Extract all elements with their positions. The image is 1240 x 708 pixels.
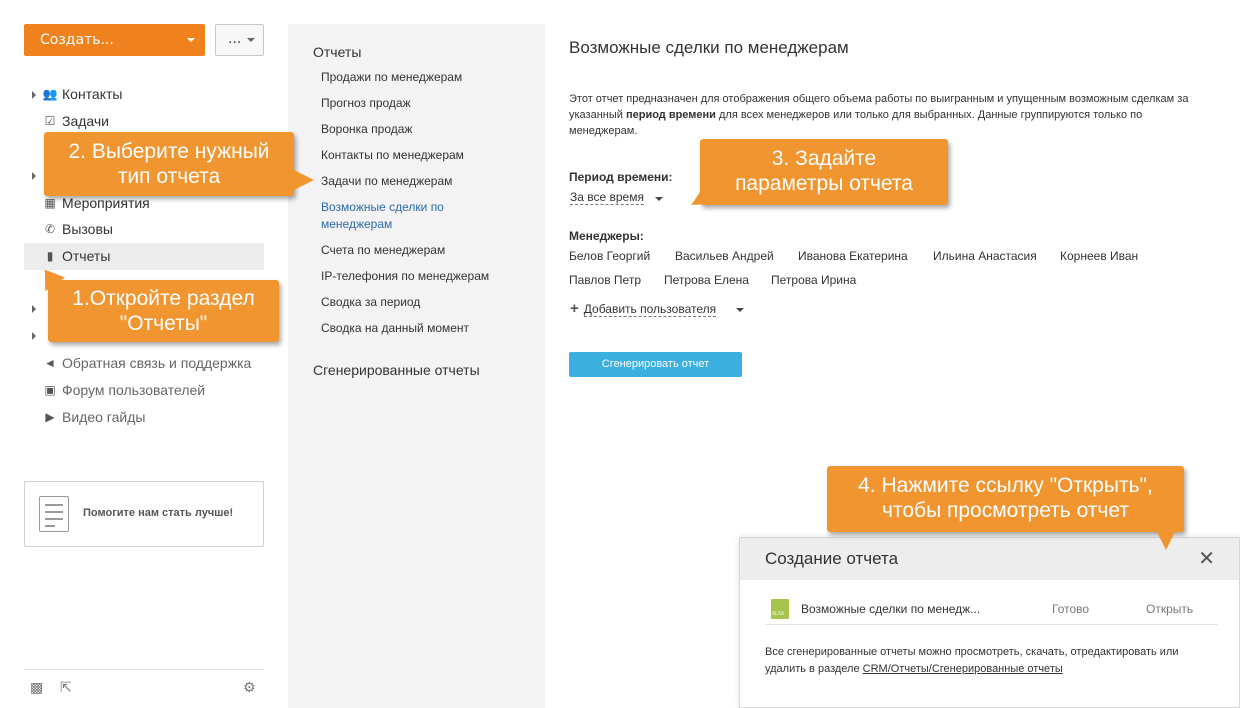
expand-arrow-icon[interactable]	[32, 91, 36, 99]
sidebar-item-label: Мероприятия	[62, 195, 150, 211]
sidebar-item-tasks[interactable]: ☑ Задачи	[24, 108, 264, 135]
reports-menu-header: Отчеты	[313, 44, 362, 60]
reports-menu: Отчеты Продажи по менеджерам Прогноз про…	[288, 24, 545, 708]
sidebar-item-calls[interactable]: ✆ Вызовы	[24, 216, 264, 243]
popup-note: Все сгенерированные отчеты можно просмот…	[765, 644, 1215, 678]
report-type-item[interactable]: Воронка продаж	[321, 121, 531, 138]
callout-text: параметры отчета	[735, 172, 913, 195]
callout-step-2: 2. Выберите нужный тип отчета	[44, 132, 294, 196]
managers-label: Менеджеры:	[569, 229, 644, 243]
callout-pointer	[1156, 530, 1176, 550]
generated-reports-link[interactable]: Сгенерированные отчеты	[313, 362, 480, 378]
report-type-item[interactable]: Сводка на данный момент	[321, 320, 531, 337]
gear-icon[interactable]: ⚙	[243, 680, 256, 696]
report-creation-popup: Создание отчета ✕ XLSX Возможные сделки …	[739, 537, 1240, 708]
sidebar-item-forum[interactable]: ▣ Форум пользователей	[24, 377, 264, 404]
sidebar-item-contacts[interactable]: 👥 Контакты	[24, 81, 264, 108]
tasks-icon: ☑	[44, 114, 56, 128]
feedback-text: Помогите нам стать лучше!	[83, 507, 234, 519]
feedback-box[interactable]: Помогите нам стать лучше!	[24, 481, 264, 547]
sidebar-item-label: Видео гайды	[62, 409, 146, 425]
report-type-item[interactable]: Прогноз продаж	[321, 95, 531, 112]
sidebar-item-label: Отчеты	[62, 248, 111, 264]
callout-text: 4. Нажмите ссылку "Открыть",	[858, 474, 1153, 497]
sidebar-footer-divider	[24, 669, 264, 670]
chevron-down-icon[interactable]	[655, 197, 663, 201]
callout-step-1: 1.Откройте раздел "Отчеты"	[48, 280, 279, 342]
generated-reports-link[interactable]: CRM/Отчеты/Сгенерированные отчеты	[863, 663, 1063, 675]
open-report-link[interactable]: Открыть	[1146, 602, 1193, 616]
callout-text: тип отчета	[117, 165, 221, 188]
sidebar-item-label: Контакты	[62, 86, 123, 102]
sidebar-item-label: Вызовы	[62, 221, 113, 237]
report-type-item-active[interactable]: Возможные сделки по менеджерам	[321, 199, 471, 233]
manager-tag[interactable]: Петрова Елена	[664, 273, 749, 287]
popup-title: Создание отчета	[765, 549, 899, 568]
callout-step-4: 4. Нажмите ссылку "Открыть", чтобы просм…	[827, 466, 1184, 532]
chevron-down-icon	[187, 38, 195, 42]
callout-text: чтобы просмотреть отчет	[882, 499, 1129, 522]
sidebar-item-label: Обратная связь и поддержка	[62, 355, 252, 371]
page-title: Возможные сделки по менеджерам	[569, 38, 849, 57]
create-button-label: Создать...	[40, 32, 114, 48]
sidebar-item-support[interactable]: ◄ Обратная связь и поддержка	[24, 350, 264, 377]
manager-tag[interactable]: Васильев Андрей	[675, 249, 774, 263]
report-type-item[interactable]: Сводка за период	[321, 294, 531, 311]
report-type-item[interactable]: Задачи по менеджерам	[321, 173, 531, 190]
expand-arrow-icon[interactable]	[32, 332, 36, 340]
chevron-down-icon	[247, 38, 255, 42]
xlsx-file-icon: XLSX	[771, 599, 789, 619]
period-label: Период времени:	[569, 170, 673, 184]
add-user-button[interactable]: + Добавить пользователя	[570, 300, 717, 317]
calls-icon: ✆	[44, 222, 56, 236]
report-file-name: Возможные сделки по менедж...	[801, 602, 981, 616]
sidebar-item-reports[interactable]: ▮ Отчеты	[24, 243, 264, 270]
expand-arrow-icon[interactable]	[32, 172, 36, 180]
chat-icon[interactable]: ▩	[30, 680, 43, 696]
report-status: Готово	[1052, 602, 1090, 616]
report-type-item[interactable]: IP-телефония по менеджерам	[321, 268, 531, 285]
add-user-label: Добавить пользователя	[583, 302, 717, 317]
expand-icon[interactable]: ⇱	[60, 680, 72, 696]
sidebar-item-label: Задачи	[62, 113, 110, 129]
manager-tag[interactable]: Петрова Ирина	[771, 273, 856, 287]
survey-icon	[39, 496, 69, 532]
create-button[interactable]: Создать...	[24, 24, 205, 56]
report-type-item[interactable]: Продажи по менеджерам	[321, 69, 531, 86]
more-button-label: ...	[228, 31, 242, 47]
manager-tag[interactable]: Белов Георгий	[569, 249, 650, 263]
generate-report-button[interactable]: Сгенерировать отчет	[569, 352, 742, 377]
callout-text: 1.Откройте раздел	[72, 287, 255, 310]
sidebar-item-video[interactable]: ▶ Видео гайды	[24, 404, 264, 431]
manager-tag[interactable]: Павлов Петр	[569, 273, 641, 287]
manager-tag[interactable]: Корнеев Иван	[1060, 249, 1138, 263]
sidebar-item-label: Форум пользователей	[62, 382, 206, 398]
period-select[interactable]: За все время	[570, 190, 644, 205]
left-sidebar: Создать... ... 👥 Контакты ☑ Задачи ▦ Мер…	[0, 0, 288, 708]
chevron-down-icon[interactable]	[736, 308, 744, 312]
forum-icon: ▣	[44, 383, 56, 397]
contacts-icon: 👥	[42, 87, 58, 101]
expand-arrow-icon[interactable]	[32, 305, 36, 313]
description-bold: период времени	[625, 109, 716, 121]
report-type-item[interactable]: Контакты по менеджерам	[321, 147, 531, 164]
manager-tag[interactable]: Иванова Екатерина	[798, 249, 908, 263]
callout-text: 2. Выберите нужный	[68, 140, 270, 163]
callout-pointer	[294, 170, 314, 190]
report-type-item[interactable]: Счета по менеджерам	[321, 242, 531, 259]
megaphone-icon: ◄	[44, 356, 56, 370]
more-button[interactable]: ...	[215, 24, 264, 56]
manager-tag[interactable]: Ильина Анастасия	[933, 249, 1037, 263]
callout-text: "Отчеты"	[119, 312, 208, 335]
plus-icon: +	[570, 300, 579, 317]
callout-step-3: 3. Задайте параметры отчета	[700, 139, 948, 205]
callout-text: 3. Задайте	[771, 147, 877, 170]
close-icon[interactable]: ✕	[1198, 546, 1215, 570]
video-icon: ▶	[45, 410, 55, 424]
report-description: Этот отчет предназначен для отображения …	[569, 91, 1189, 139]
generated-report-row: XLSX Возможные сделки по менедж... Готов…	[765, 597, 1218, 625]
